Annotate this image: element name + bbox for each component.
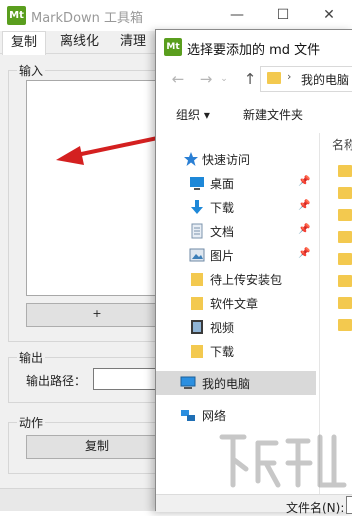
sidebar-item-label: 我的电脑 [202, 377, 251, 391]
folder-icon [191, 297, 203, 310]
sidebar-item-label: 文档 [210, 225, 235, 239]
download-icon [191, 200, 203, 214]
sidebar-item-download-folder[interactable]: 下载 [156, 339, 316, 363]
sidebar-item-label: 视频 [210, 321, 235, 335]
sidebar-item-pending-uploads[interactable]: 待上传安装包 [156, 267, 316, 291]
column-header-name[interactable]: 名称 [332, 136, 352, 153]
video-icon [191, 320, 203, 334]
folder-icon[interactable] [338, 209, 352, 221]
pin-icon[interactable]: 📌 [298, 248, 310, 259]
recent-locations-chevron-icon[interactable]: ⌄ [218, 69, 230, 89]
forward-arrow-icon[interactable]: → [196, 69, 216, 89]
sidebar-item-downloads[interactable]: 下载 📌 [156, 195, 316, 219]
watermark-logo [219, 434, 347, 488]
filename-input[interactable] [346, 496, 352, 514]
dialog-logo-icon: Mt [164, 38, 182, 56]
desktop-icon [190, 177, 204, 190]
sidebar-item-label: 下载 [210, 345, 235, 359]
star-icon [184, 152, 198, 166]
sidebar-item-pictures[interactable]: 图片 📌 [156, 243, 316, 267]
folder-icon[interactable] [338, 319, 352, 331]
picture-icon [189, 248, 205, 262]
address-bar[interactable]: › 我的电脑 [260, 66, 352, 92]
sidebar-item-my-computer[interactable]: 我的电脑 [156, 371, 316, 395]
pin-icon[interactable]: 📌 [298, 224, 310, 235]
sidebar-item-label: 快速访问 [202, 153, 251, 167]
folder-icon[interactable] [338, 275, 352, 287]
pin-icon[interactable]: 📌 [298, 200, 310, 211]
sidebar-item-desktop[interactable]: 桌面 📌 [156, 171, 316, 195]
back-arrow-icon[interactable]: ← [168, 69, 188, 89]
sidebar-item-label: 网络 [202, 409, 227, 423]
filename-label: 文件名(N): [286, 501, 345, 515]
sidebar-item-label: 待上传安装包 [210, 273, 283, 287]
folder-icon[interactable] [338, 231, 352, 243]
folder-icon [191, 273, 203, 286]
folder-icon [191, 345, 203, 358]
breadcrumb-chevron-icon[interactable]: › [287, 70, 291, 83]
sidebar-item-label: 软件文章 [210, 297, 259, 311]
document-icon [191, 223, 203, 239]
folder-icon[interactable] [338, 297, 352, 309]
folder-icon[interactable] [338, 253, 352, 265]
network-icon [181, 410, 195, 421]
dialog-title: 选择要添加的 md 文件 [187, 43, 321, 58]
sidebar-item-label: 下载 [210, 201, 235, 215]
sidebar-item-videos[interactable]: 视频 [156, 315, 316, 339]
computer-icon [180, 376, 196, 389]
sidebar-item-quick-access[interactable]: 快速访问 [156, 147, 316, 171]
sidebar-item-label: 桌面 [210, 177, 235, 191]
folder-icon[interactable] [338, 187, 352, 199]
sidebar-item-label: 图片 [210, 249, 235, 263]
up-arrow-icon[interactable]: ↑ [240, 69, 260, 89]
organize-button[interactable]: 组织 ▾ [176, 106, 210, 123]
sidebar-item-software-articles[interactable]: 软件文章 [156, 291, 316, 315]
folder-icon [267, 72, 281, 84]
pin-icon[interactable]: 📌 [298, 176, 310, 187]
new-folder-button[interactable]: 新建文件夹 [243, 106, 303, 123]
breadcrumb[interactable]: 我的电脑 [301, 71, 349, 88]
sidebar-item-documents[interactable]: 文档 📌 [156, 219, 316, 243]
folder-icon[interactable] [338, 165, 352, 177]
